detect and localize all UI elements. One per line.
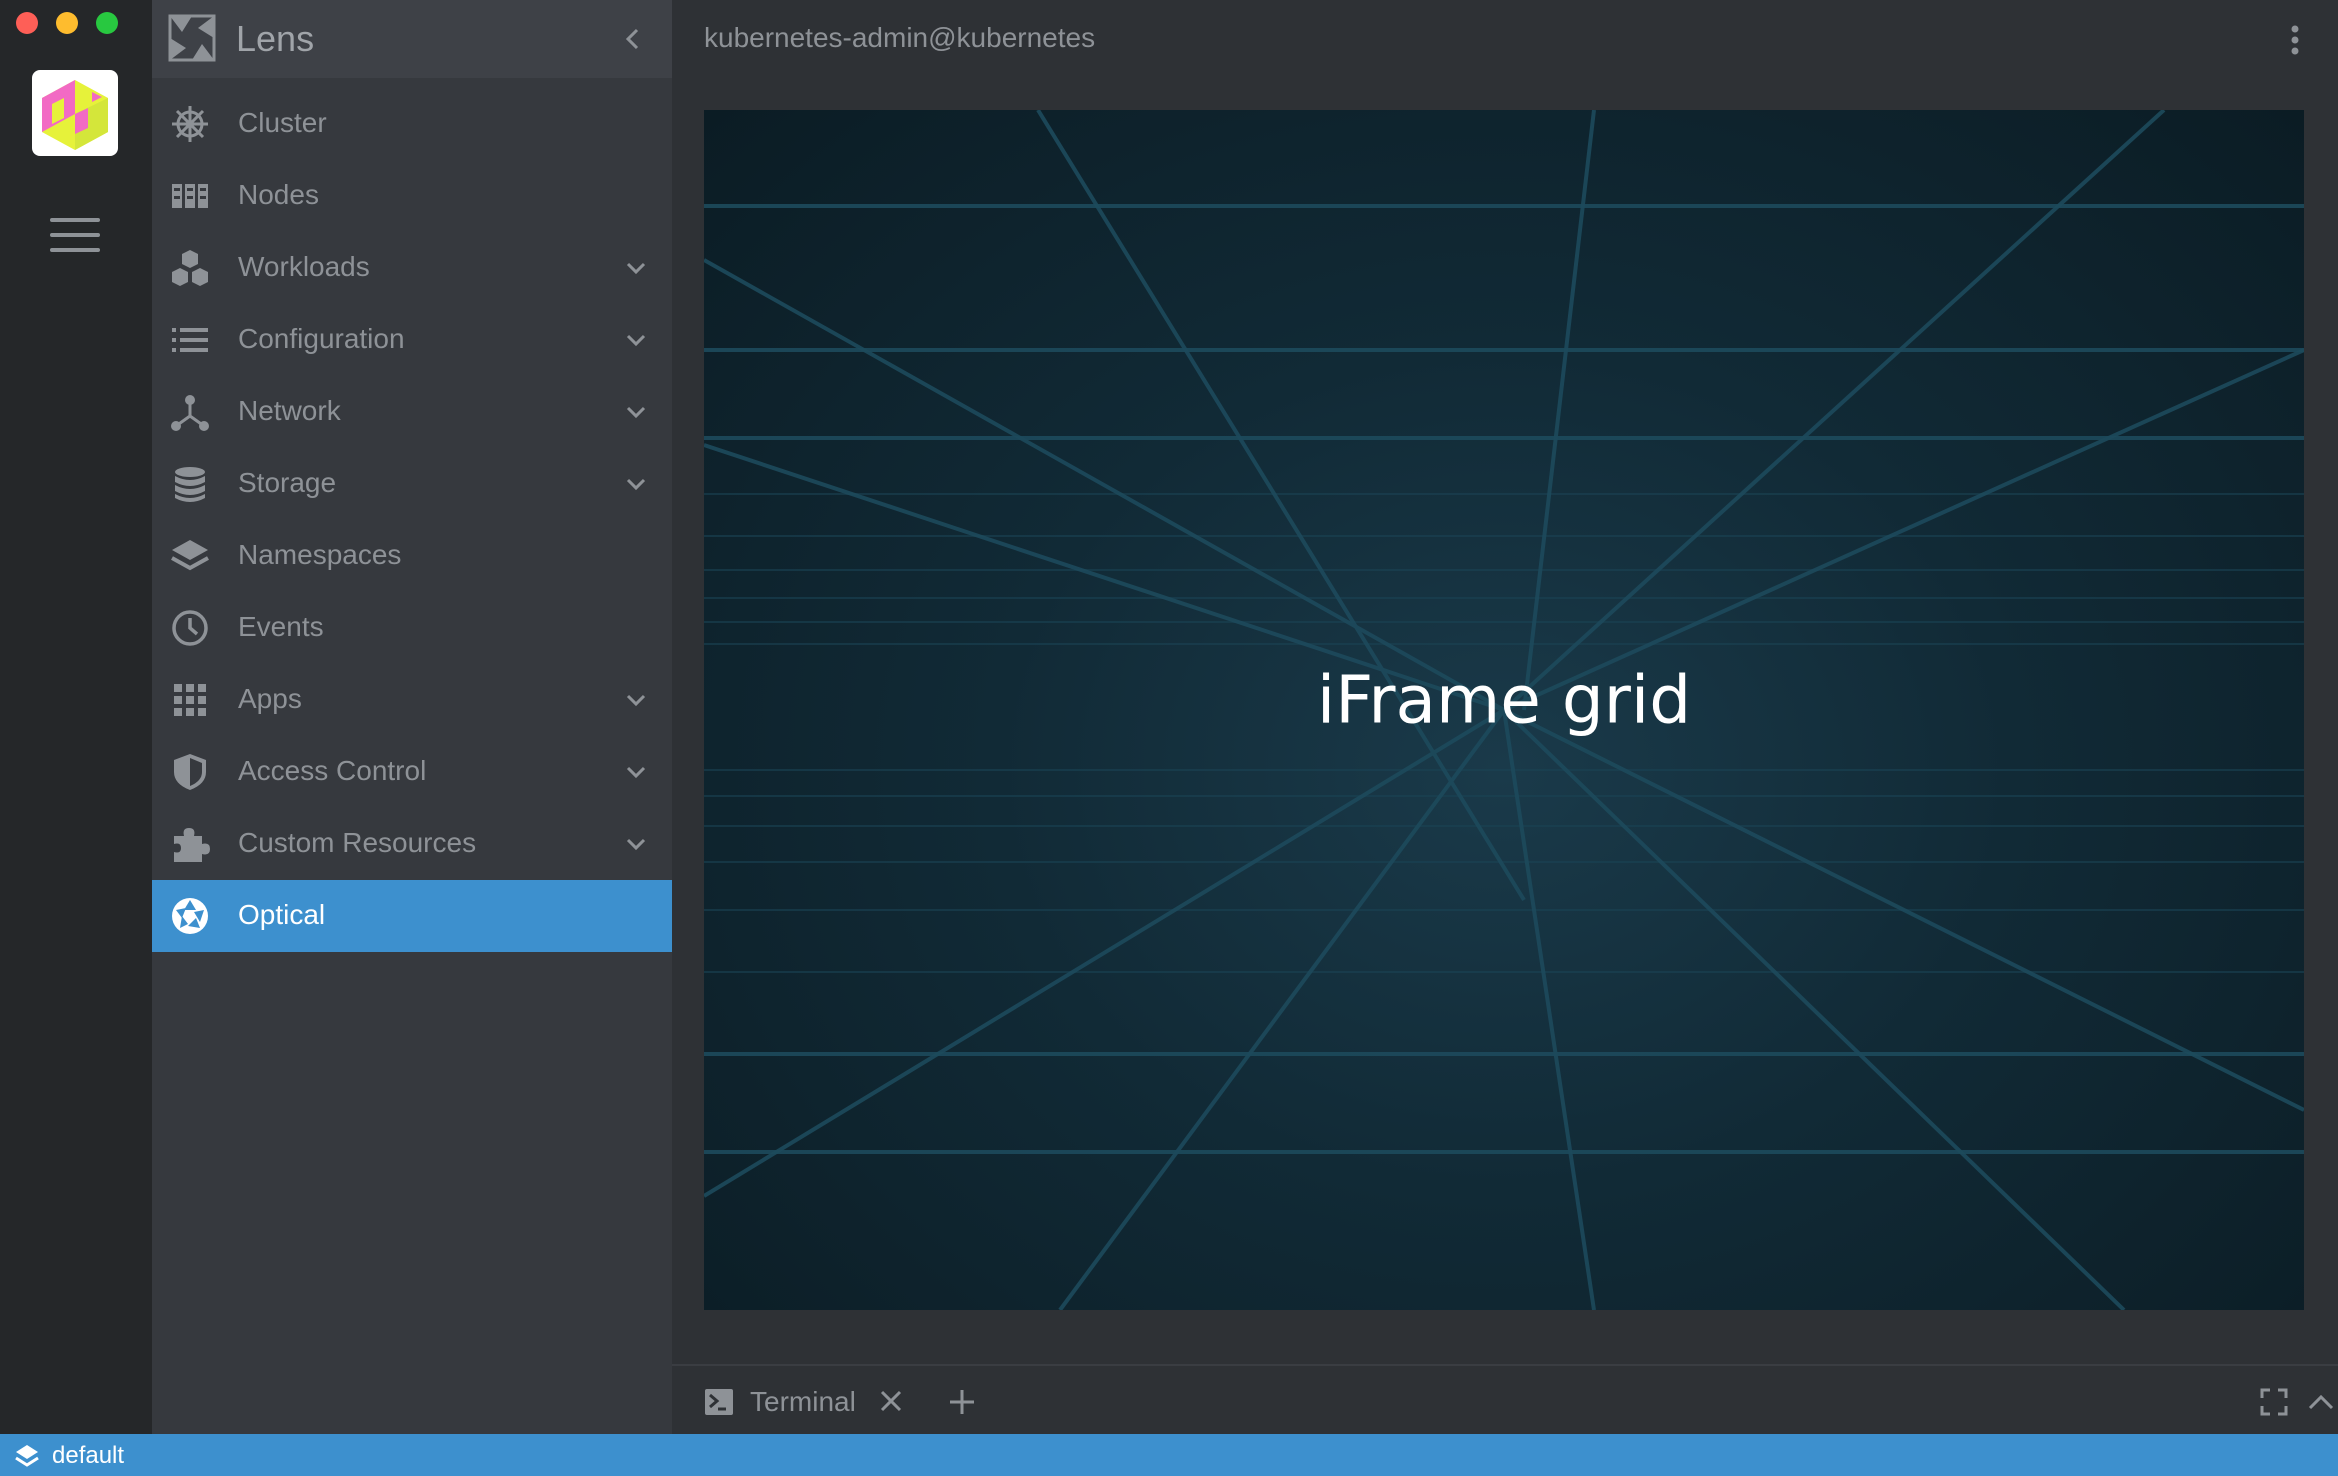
sidebar-item-access-control[interactable]: Access Control (152, 736, 672, 808)
sidebar-item-label: Events (238, 611, 324, 642)
aperture-icon (172, 898, 208, 934)
fullscreen-icon[interactable] (2260, 1388, 2288, 1416)
sidebar-item-label: Workloads (238, 251, 370, 282)
chevron-up-icon (2308, 1394, 2334, 1410)
shield-icon (174, 754, 206, 790)
window-minimize-button[interactable] (56, 12, 78, 34)
sidebar-item-custom-resources[interactable]: Custom Resources (152, 808, 672, 880)
window-maximize-button[interactable] (96, 12, 118, 34)
apps-grid-icon (174, 684, 206, 716)
chevron-down-icon (626, 694, 646, 707)
plus-icon[interactable] (948, 1388, 976, 1416)
extension-iframe[interactable]: iFrame grid (704, 110, 2304, 1310)
sidebar-item-workloads[interactable]: Workloads (152, 232, 672, 304)
hamburger-icon[interactable] (50, 218, 100, 252)
sidebar-item-optical[interactable]: Optical (152, 880, 672, 952)
helm-wheel-icon (172, 106, 208, 142)
list-icon (172, 328, 208, 352)
sidebar-item-label: Optical (238, 899, 326, 930)
close-icon[interactable] (878, 1388, 904, 1414)
window-close-button[interactable] (16, 12, 38, 34)
terminal-tab[interactable]: Terminal (750, 1386, 856, 1418)
more-options-icon[interactable] (2290, 24, 2300, 56)
sidebar-item-namespaces[interactable]: Namespaces (152, 520, 672, 592)
collapse-sidebar-icon[interactable] (618, 24, 648, 54)
sidebar-item-label: Network (238, 395, 341, 426)
sidebar-item-storage[interactable]: Storage (152, 448, 672, 520)
main-content: iFrame grid (672, 78, 2338, 1364)
expand-dock-button[interactable] (2304, 1388, 2338, 1416)
cluster-avatar-icon[interactable] (32, 70, 118, 156)
puzzle-icon (174, 828, 210, 862)
terminal-dock: Terminal (672, 1364, 2338, 1436)
chevron-down-icon (626, 766, 646, 779)
layers-icon (171, 540, 209, 571)
sidebar-item-cluster[interactable]: Cluster (152, 88, 672, 160)
sidebar-item-label: Cluster (238, 107, 327, 138)
sidebar-item-label: Custom Resources (238, 827, 477, 858)
sidebar-item-apps[interactable]: Apps (152, 664, 672, 736)
chevron-down-icon (626, 334, 646, 347)
chevron-down-icon (626, 478, 646, 491)
sidebar-item-label: Configuration (238, 323, 405, 354)
namespace-indicator[interactable]: default (52, 1442, 124, 1470)
lens-logo-icon (168, 14, 216, 62)
sidebar-item-label: Apps (238, 683, 302, 714)
app-title: Lens (236, 18, 315, 59)
terminal-icon (705, 1389, 733, 1415)
sidebar-header: Lens (152, 0, 672, 78)
sidebar-item-label: Access Control (238, 755, 427, 786)
database-icon (175, 467, 205, 502)
status-bar: default (0, 1434, 2338, 1476)
chevron-down-icon (626, 838, 646, 851)
iframe-title: iFrame grid (1316, 661, 1692, 739)
sidebar-item-label: Nodes (238, 179, 319, 210)
clock-icon (172, 610, 208, 646)
layers-icon (15, 1445, 39, 1467)
cluster-rail (0, 0, 152, 1434)
sidebar-item-label: Storage (238, 467, 337, 498)
sidebar: Lens Cluster Nodes Workloads Configurati… (152, 0, 672, 1434)
top-bar: kubernetes-admin@kubernetes (672, 0, 2338, 78)
sidebar-item-nodes[interactable]: Nodes (152, 160, 672, 232)
sidebar-item-label: Namespaces (238, 539, 402, 570)
cubes-icon (172, 250, 208, 286)
nodes-icon (172, 184, 208, 208)
sidebar-item-network[interactable]: Network (152, 376, 672, 448)
sidebar-item-events[interactable]: Events (152, 592, 672, 664)
chevron-down-icon (626, 262, 646, 275)
cluster-context-name: kubernetes-admin@kubernetes (704, 22, 1096, 53)
chevron-down-icon (626, 406, 646, 419)
network-icon (171, 395, 209, 431)
sidebar-item-configuration[interactable]: Configuration (152, 304, 672, 376)
